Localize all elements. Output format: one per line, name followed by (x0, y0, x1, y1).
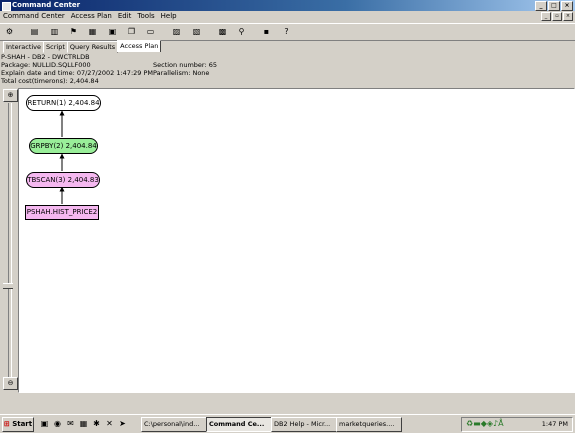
system-tray: ♻▬◆◈♪Å 1:47 PM (461, 417, 573, 432)
help-icon[interactable]: ? (281, 27, 292, 37)
desktop-icon[interactable]: ▣ (40, 419, 49, 428)
copy-icon[interactable]: ❐ (126, 27, 137, 37)
run-icon[interactable]: ⚑ (68, 27, 79, 37)
browser-icon[interactable]: ◉ (53, 419, 62, 428)
mdi-minimize-button[interactable]: _ (541, 12, 551, 21)
plan-edges (59, 110, 65, 204)
window-title: Command Center (12, 1, 81, 9)
tab-access-plan[interactable]: Access Plan (117, 40, 162, 52)
minimize-button[interactable]: _ (535, 1, 547, 11)
app-icon-2[interactable]: ✱ (92, 419, 101, 428)
menu-access-plan[interactable]: Access Plan (68, 11, 115, 22)
clock: 1:47 PM (541, 420, 568, 428)
mdi-restore-button[interactable]: ▫ (552, 12, 562, 21)
app-icon-4[interactable]: ➤ (118, 419, 127, 428)
start-button[interactable]: ⊞ Start (2, 417, 34, 432)
plan-node-grpby[interactable]: GRPBY(2) 2,404.84 (29, 138, 98, 154)
grid-icon[interactable]: ▩ (217, 27, 228, 37)
plan-node-table[interactable]: PSHAH.HIST_PRICE2 (25, 205, 99, 220)
plan-database: P-SHAH - DB2 - DWCTRLDB (1, 53, 90, 61)
zoom-slider-thumb[interactable] (3, 283, 13, 289)
plan-node-return[interactable]: RETURN(1) 2,404.84 (26, 95, 101, 111)
plan-section-number: Section number: 65 (153, 61, 217, 69)
plan-package: Package: NULLID.SQLLF000 (1, 61, 91, 69)
tree-icon[interactable]: ⚲ (236, 27, 247, 37)
zoom-in-icon[interactable]: ⊕ (3, 89, 18, 102)
taskbar-item-command-center[interactable]: Command Ce... (206, 417, 272, 432)
menu-bar: Command Center Access Plan Edit Tools He… (0, 11, 575, 22)
maximize-button[interactable]: □ (548, 1, 560, 11)
start-label: Start (12, 420, 33, 428)
mdi-controls: _ ▫ × (541, 12, 573, 21)
toolbar: ⚙ ▤ ▥ ⚑ ▦ ▣ ❐ ▭ ▨ ▧ ▩ ⚲ ▪ ? (0, 23, 575, 41)
taskbar-item-explorer[interactable]: C:\personal\ind... (141, 417, 207, 432)
plan-parallelism: Parallelism: None (153, 69, 210, 77)
window-controls: _ □ × (535, 1, 573, 11)
tab-strip: Interactive Script Query Results Access … (3, 40, 162, 53)
menu-command-center[interactable]: Command Center (0, 11, 68, 22)
mdi-close-button[interactable]: × (563, 12, 573, 21)
open-icon[interactable]: ▥ (49, 27, 60, 37)
menu-help[interactable]: Help (158, 11, 180, 22)
explain-icon[interactable]: ▨ (171, 27, 182, 37)
menu-tools[interactable]: Tools (134, 11, 157, 22)
access-plan-graph: RETURN(1) 2,404.84 GRPBY(2) 2,404.84 TBS… (18, 88, 575, 393)
close-button[interactable]: × (561, 1, 573, 11)
details-icon[interactable]: ▧ (191, 27, 202, 37)
connect-icon[interactable]: ⚙ (4, 27, 15, 37)
new-icon[interactable]: ▤ (29, 27, 40, 37)
plan-explain-time: Explain date and time: 07/27/2002 1:47:2… (1, 69, 154, 77)
tab-interactive[interactable]: Interactive (3, 41, 45, 53)
taskbar-item-db2-help[interactable]: DB2 Help - Micr... (271, 417, 337, 432)
taskbar: ⊞ Start ▣ ◉ ✉ ▦ ✱ ✕ ➤ C:\personal\ind...… (0, 414, 575, 433)
app-icon-1[interactable]: ▦ (79, 419, 88, 428)
title-bar: Command Center _ □ × (0, 0, 575, 11)
taskbar-item-marketqueries[interactable]: marketqueries.... (336, 417, 402, 432)
plan-total-cost: Total cost(timerons): 2,404.84 (1, 77, 99, 85)
mail-icon[interactable]: ✉ (66, 419, 75, 428)
tray-icons[interactable]: ♻▬◆◈♪Å (466, 419, 504, 428)
zoom-slider-track[interactable] (8, 103, 12, 385)
zoom-out-icon[interactable]: ⊖ (3, 377, 18, 390)
history-icon[interactable]: ▦ (87, 27, 98, 37)
zoom-pane: ⊕ ⊖ (0, 88, 18, 392)
tab-script[interactable]: Script (43, 41, 68, 53)
tab-query-results[interactable]: Query Results (66, 41, 119, 53)
app-icon (2, 2, 11, 11)
save-icon[interactable]: ▭ (145, 27, 156, 37)
plan-node-tbscan[interactable]: TBSCAN(3) 2,404.83 (26, 172, 100, 188)
app-icon-3[interactable]: ✕ (105, 419, 114, 428)
menu-edit[interactable]: Edit (115, 11, 135, 22)
colors-icon[interactable]: ▪ (261, 27, 272, 37)
windows-logo-icon: ⊞ (3, 420, 10, 428)
picture-icon[interactable]: ▣ (107, 27, 118, 37)
